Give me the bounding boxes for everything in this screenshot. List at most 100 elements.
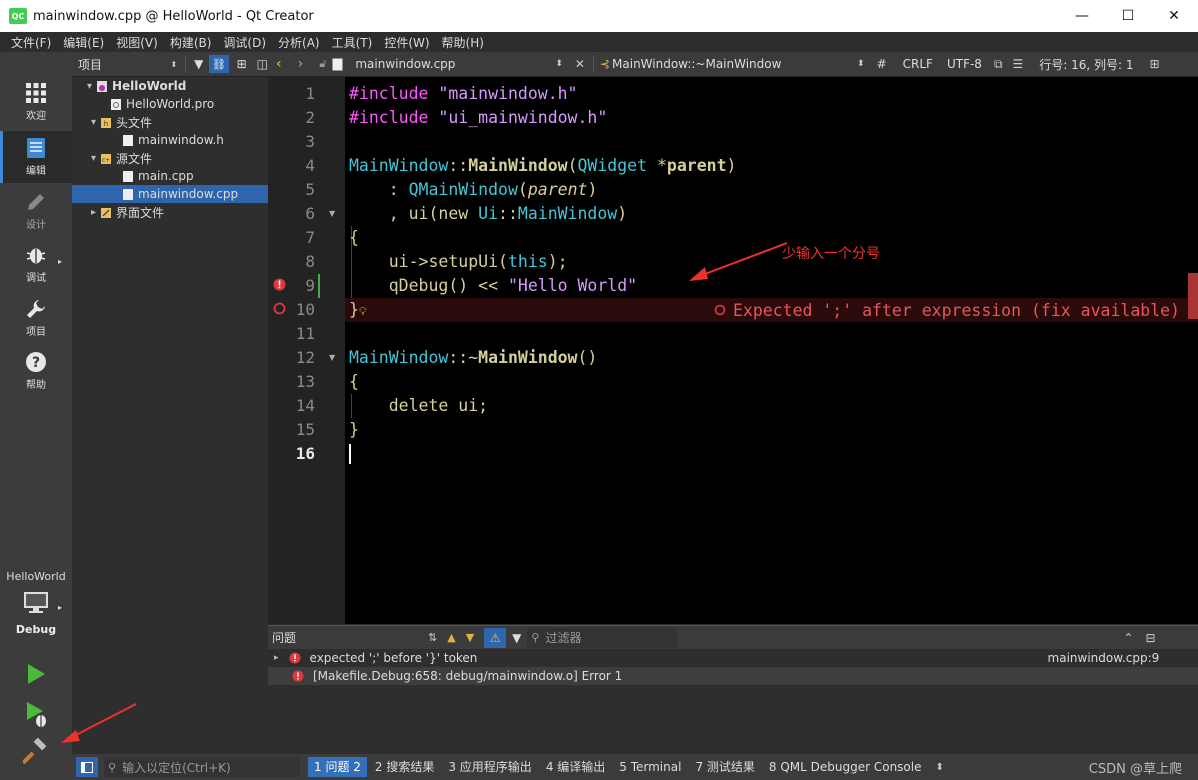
back-icon[interactable]: ‹ [276, 56, 282, 72]
encoding-label[interactable]: UTF-8 [947, 57, 982, 71]
line-number: 13 [295, 372, 315, 391]
symbol-selector[interactable]: MainWindow::~MainWindow [612, 57, 857, 71]
dropdown-icon[interactable]: ⬍ [857, 59, 865, 69]
split-editor-icon[interactable]: ⧉ [994, 57, 1003, 72]
toggle-sidebar-button[interactable] [76, 757, 98, 777]
error-outline-marker-icon[interactable] [273, 302, 286, 315]
menu-view[interactable]: 视图(V) [110, 34, 164, 51]
fold-marker-icon[interactable]: ▼ [329, 209, 335, 218]
open-document-selector[interactable]: mainwindow.cpp [355, 57, 555, 71]
line-number: 11 [295, 324, 315, 343]
dropdown-icon[interactable]: ⬍ [555, 59, 563, 69]
mode-design[interactable]: 设计 [0, 185, 72, 237]
dropdown-icon[interactable]: ⬍ [170, 60, 177, 69]
text-cursor [349, 444, 351, 464]
collapse-arrow-icon[interactable]: ▾ [72, 153, 96, 164]
tab-application-output[interactable]: 3 应用程序输出 [442, 757, 537, 777]
collapse-arrow-icon[interactable]: ▾ [72, 81, 92, 92]
scrollbar-error-marker[interactable] [1188, 273, 1198, 319]
svg-text:?: ? [32, 355, 40, 371]
tab-terminal[interactable]: 5 Terminal [613, 757, 687, 777]
menu-file[interactable]: 文件(F) [5, 34, 57, 51]
expand-arrow-icon[interactable]: ▸ [72, 207, 96, 218]
menu-edit[interactable]: 编辑(E) [57, 34, 110, 51]
filter-icon[interactable]: ▼ [512, 631, 521, 645]
split-icon[interactable]: ⊞ [237, 57, 247, 71]
project-view-selector[interactable]: 项目 [78, 56, 164, 73]
hash-label[interactable]: # [877, 57, 887, 71]
mode-debug[interactable]: 调试 ▸ [0, 238, 72, 290]
tree-item-project[interactable]: ▾ HelloWorld [72, 77, 268, 95]
code-line: : QMainWindow(parent) [349, 180, 598, 199]
mode-edit[interactable]: 编辑 [0, 131, 72, 183]
line-number-gutter: 1 2 3 4 5 6 7 8 9 10 11 12 13 14 15 16 ▼… [268, 77, 345, 624]
fold-marker-icon[interactable]: ▼ [329, 353, 335, 362]
line-ending-label[interactable]: CRLF [903, 57, 933, 71]
tree-item-mainwindow-cpp[interactable]: mainwindow.cpp [72, 185, 268, 203]
mode-selector: 欢迎 编辑 设计 调试 ▸ 项目 ? 帮助 HelloWorld ▸ Debug [0, 52, 72, 780]
mode-welcome[interactable]: 欢迎 [0, 76, 72, 128]
run-button[interactable] [24, 661, 48, 687]
code-line: MainWindow::MainWindow(QWidget *parent) [349, 156, 737, 175]
cursor-position[interactable]: 行号: 16, 列号: 1 [1039, 56, 1133, 73]
close-document-icon[interactable]: ✕ [575, 57, 585, 71]
debug-run-button[interactable] [24, 700, 50, 728]
minimize-button[interactable]: — [1059, 0, 1105, 32]
issue-location[interactable]: mainwindow.cpp:9 [1048, 651, 1160, 665]
forward-icon[interactable]: › [298, 56, 304, 72]
tab-search-results[interactable]: 2 搜索结果 [369, 757, 440, 777]
maximize-button[interactable]: ☐ [1105, 0, 1151, 32]
annotation-arrow-build [61, 703, 137, 743]
menu-analyze[interactable]: 分析(A) [272, 34, 326, 51]
menu-tools[interactable]: 工具(T) [326, 34, 379, 51]
build-button[interactable] [21, 737, 49, 765]
mode-label: 帮助 [26, 380, 46, 391]
tree-item-pro-file[interactable]: HelloWorld.pro [72, 95, 268, 113]
collapse-arrow-icon[interactable]: ▾ [72, 117, 96, 128]
tree-item-main-cpp[interactable]: main.cpp [72, 167, 268, 185]
menu-widgets[interactable]: 控件(W) [378, 34, 435, 51]
split-icon[interactable]: ⊞ [1150, 57, 1160, 71]
lightbulb-icon[interactable]: 💡︎ [359, 305, 367, 318]
tab-test-results[interactable]: 7 测试结果 [689, 757, 760, 777]
locator-input[interactable]: ⚲ 输入以定位(Ctrl+K) [104, 757, 300, 777]
tree-item-sources[interactable]: ▾ c+ 源文件 [72, 149, 268, 167]
tree-label: 头文件 [116, 115, 153, 130]
previous-issue-icon[interactable]: ▲ [447, 631, 455, 644]
error-marker-icon[interactable] [273, 278, 286, 291]
tab-issues[interactable]: 1 问题 2 [308, 757, 367, 777]
issue-row[interactable]: [Makefile.Debug:658: debug/mainwindow.o]… [268, 667, 1198, 685]
maximize-pane-icon[interactable]: ⌃ [1123, 631, 1133, 645]
link-editor-icon[interactable]: ⛓ [209, 55, 229, 73]
show-warnings-icon[interactable]: ⚠ [484, 627, 507, 648]
menu-debug[interactable]: 调试(D) [217, 34, 272, 51]
filter-icon[interactable]: ▼ [194, 57, 203, 71]
outline-icon[interactable]: ☰ [1013, 57, 1024, 71]
play-icon [28, 664, 45, 684]
code-editor[interactable]: #include "mainwindow.h" #include "ui_mai… [345, 77, 1198, 624]
close-pane-icon[interactable]: ⊟ [1145, 631, 1155, 645]
qt-creator-window: QC mainwindow.cpp @ HelloWorld - Qt Crea… [0, 0, 1198, 780]
tab-compile-output[interactable]: 4 编译输出 [540, 757, 611, 777]
menu-help[interactable]: 帮助(H) [436, 34, 490, 51]
kit-selector[interactable]: HelloWorld ▸ Debug [0, 564, 72, 638]
inline-error[interactable]: Expected ';' after expression (fix avail… [714, 298, 1180, 322]
mode-projects[interactable]: 项目 [0, 292, 72, 344]
tree-label: 源文件 [116, 151, 153, 166]
code-line: #include "mainwindow.h" [349, 84, 578, 103]
next-issue-icon[interactable]: ▼ [466, 631, 474, 644]
tab-qml-debugger-console[interactable]: 8 QML Debugger Console [763, 757, 928, 777]
expand-arrow-icon[interactable]: ▸ [274, 653, 279, 663]
close-button[interactable]: ✕ [1151, 0, 1197, 32]
sort-icon[interactable]: ⇅ [428, 631, 437, 644]
menu-build[interactable]: 构建(B) [164, 34, 218, 51]
issue-row[interactable]: ▸ expected ';' before '}' token mainwind… [268, 649, 1198, 667]
mode-help[interactable]: ? 帮助 [0, 345, 72, 397]
tree-item-headers[interactable]: ▾ h 头文件 [72, 113, 268, 131]
tree-item-forms[interactable]: ▸ 界面文件 [72, 203, 268, 221]
close-pane-icon[interactable]: ◫ [257, 57, 268, 71]
issues-filter-input[interactable]: ⚲ 过滤器 [527, 627, 678, 648]
separator [185, 55, 187, 73]
tree-item-mainwindow-h[interactable]: mainwindow.h [72, 131, 268, 149]
more-tabs-icon[interactable]: ⬍ [936, 762, 944, 773]
